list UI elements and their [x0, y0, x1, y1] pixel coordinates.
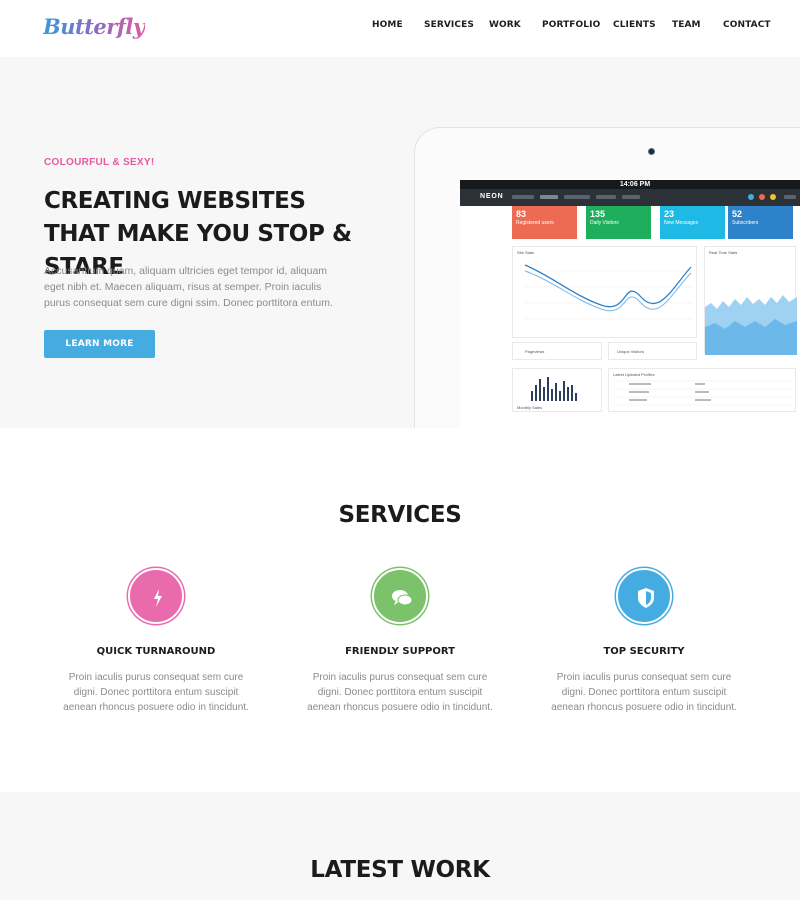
nav-clients[interactable]: CLIENTS	[613, 20, 656, 30]
notification-icon	[748, 194, 754, 200]
dashboard-tab	[564, 195, 590, 199]
hero-section: COLOURFUL & SEXY! CREATING WEBSITES THAT…	[0, 57, 800, 428]
logout-link	[784, 195, 796, 199]
stat-value: 23	[664, 209, 675, 219]
alert-icon	[770, 194, 776, 200]
dashboard-logo: NEON	[480, 193, 504, 200]
hero-text: Accusantium quam, aliquam ultricies eget…	[44, 265, 333, 309]
stat-label: Registered users	[516, 220, 554, 226]
stat-value: 52	[732, 209, 743, 219]
dashboard-tab	[622, 195, 640, 199]
service-title: FRIENDLY SUPPORT	[345, 646, 455, 657]
latest-profiles-panel: Latest Updated Profiles	[608, 368, 796, 412]
camera-icon	[648, 148, 655, 155]
dashboard-toolbar: NEON	[460, 189, 800, 206]
site-header: Butterfly HOME SERVICES WORK PORTFOLIO C…	[0, 0, 800, 57]
service-title: QUICK TURNAROUND	[96, 646, 216, 657]
latest-work-title: LATEST WORK	[310, 857, 490, 883]
learn-more-button[interactable]: LEARN MORE	[44, 330, 155, 358]
stat-registered-users: 83 Registered users	[512, 206, 577, 239]
dashboard-tab	[596, 195, 616, 199]
site-stats-panel: Site Stats	[512, 246, 697, 338]
message-icon	[759, 194, 765, 200]
lightning-icon	[128, 568, 184, 624]
services-title: SERVICES	[338, 502, 462, 528]
pageviews-panel: Pageviews	[512, 342, 602, 360]
nav-services[interactable]: SERVICES	[424, 20, 474, 30]
hero-eyebrow: COLOURFUL & SEXY!	[44, 157, 155, 168]
monthly-sales-panel: Monthly Sales	[512, 368, 602, 412]
brand-logo[interactable]: Butterfly	[43, 14, 145, 39]
stat-label: New Messages	[664, 220, 699, 226]
nav-contact[interactable]: CONTACT	[723, 20, 771, 30]
stat-value: 83	[516, 209, 527, 219]
device-status-bar: 14:06 PM	[460, 180, 800, 189]
profiles-table	[613, 380, 793, 406]
pageviews-label: Pageviews	[525, 349, 545, 354]
site-stats-line-chart	[524, 264, 693, 320]
dashboard-tab	[512, 195, 534, 199]
service-text: Proin iaculis purus consequat sem cure d…	[307, 672, 493, 713]
service-text: Proin iaculis purus consequat sem cure d…	[551, 672, 737, 713]
service-title: TOP SECURITY	[603, 646, 685, 657]
stat-label: Daily Visitors	[590, 220, 619, 226]
nav-portfolio[interactable]: PORTFOLIO	[542, 20, 600, 30]
nav-team[interactable]: TEAM	[672, 20, 701, 30]
latest-work-section	[0, 792, 800, 900]
nav-home[interactable]: HOME	[372, 20, 403, 30]
realtime-area-chart	[705, 295, 797, 355]
stat-label: Subscribers	[732, 220, 759, 226]
realtime-stats-panel: Real Time Stats	[704, 246, 797, 355]
nav-work[interactable]: WORK	[489, 20, 521, 30]
stat-subscribers: 52 Subscribers	[728, 206, 793, 239]
unique-visitors-label: Unique Visitors	[617, 349, 644, 354]
dashboard-tab	[540, 195, 558, 199]
stat-daily-visitors: 135 Daily Visitors	[586, 206, 651, 239]
unique-visitors-panel: Unique Visitors	[608, 342, 697, 360]
service-text: Proin iaculis purus consequat sem cure d…	[63, 672, 249, 713]
chat-icon	[372, 568, 428, 624]
device-time: 14:06 PM	[619, 181, 651, 188]
stat-value: 135	[590, 209, 606, 219]
tablet-mockup: 14:06 PM NEON 83 Registered users 135 Da…	[414, 127, 800, 428]
stat-new-messages: 23 New Messages	[660, 206, 725, 239]
shield-icon	[616, 568, 672, 624]
dashboard-screenshot: 14:06 PM NEON 83 Registered users 135 Da…	[460, 180, 800, 428]
monthly-sales-label: Monthly Sales	[517, 405, 543, 410]
